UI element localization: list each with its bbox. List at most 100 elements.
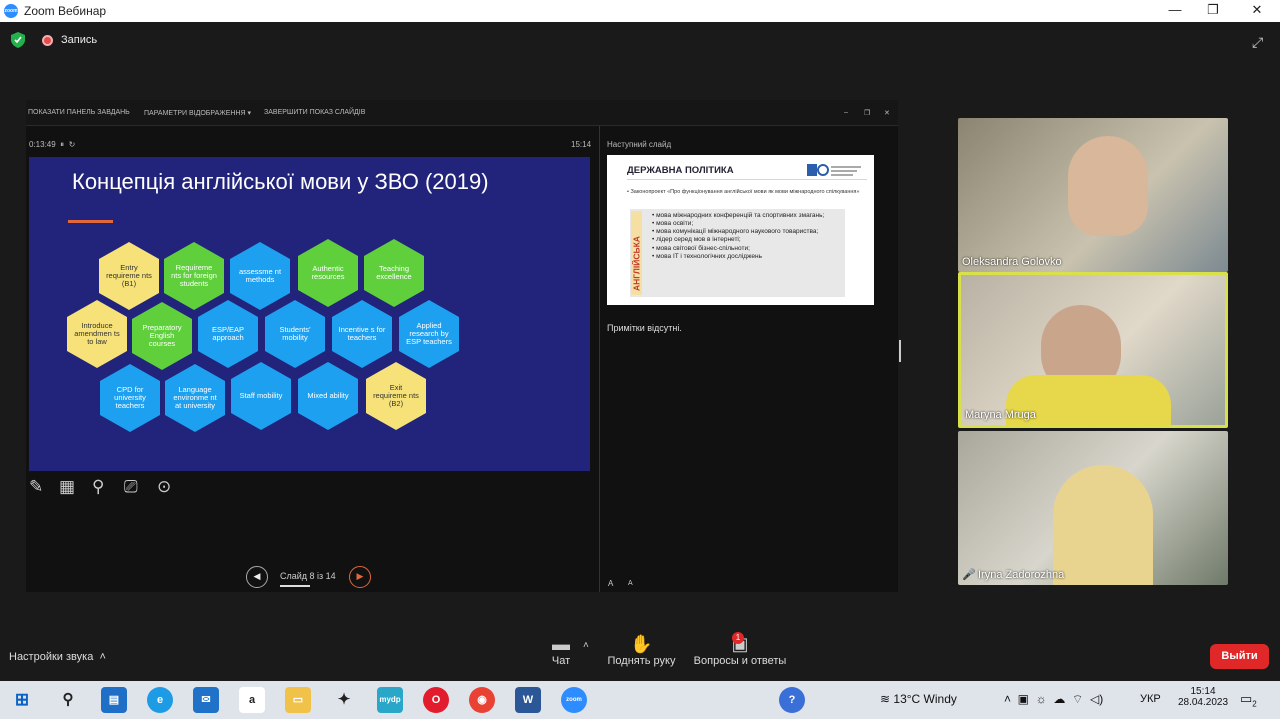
qa-badge: 1 bbox=[732, 632, 744, 644]
slide-hexagon: Preparatory English courses bbox=[132, 302, 192, 370]
mydp-icon[interactable]: mydp bbox=[377, 687, 403, 713]
recording-label: Запись bbox=[61, 34, 98, 46]
raise-hand-button[interactable]: ✋ Поднять руку bbox=[604, 634, 679, 667]
clock-widget[interactable]: 15:14 28.04.2023 bbox=[1176, 686, 1230, 708]
window-title: Zoom Вебинар bbox=[24, 4, 107, 18]
zoom-magnifier-icon[interactable]: ⚲ bbox=[92, 477, 104, 497]
shield-icon[interactable] bbox=[11, 32, 25, 48]
svg-text:АНГЛІЙСЬКА: АНГЛІЙСЬКА bbox=[631, 236, 642, 291]
tray-icons[interactable]: ˄ ▣ ☼ ☁ ⌔ ◁) bbox=[1004, 692, 1103, 707]
next-slide-button[interactable]: ▶ bbox=[349, 566, 371, 588]
slide-hexagon: CPD for university teachers bbox=[100, 364, 160, 432]
title-divider bbox=[627, 179, 867, 180]
slides-grid-icon[interactable]: ▦ bbox=[59, 477, 75, 497]
windows-start-icon[interactable]: ⊞ bbox=[9, 687, 35, 713]
wind-icon: ≋ bbox=[880, 692, 891, 706]
clock: 15:14 bbox=[571, 140, 592, 149]
dropbox-icon[interactable]: ✦ bbox=[331, 687, 357, 713]
current-slide: Концепція англійської мови у ЗВО (2019) … bbox=[29, 157, 590, 471]
chat-chevron-icon[interactable]: ˄ bbox=[583, 640, 589, 651]
window-titlebar: zoom Zoom Вебинар — ❐ ✕ bbox=[0, 0, 1280, 22]
mail-icon[interactable]: ✉ bbox=[193, 687, 219, 713]
pv-close-button[interactable]: ✕ bbox=[884, 109, 890, 117]
maximize-button[interactable]: ❐ bbox=[1204, 2, 1222, 20]
prev-slide-button[interactable]: ◀ bbox=[246, 566, 268, 588]
word-icon[interactable]: W bbox=[515, 687, 541, 713]
weather-widget[interactable]: ≋ 13°C Windy bbox=[880, 692, 957, 706]
presenter-toolbar: ПОКАЗАТИ ПАНЕЛЬ ЗАВДАНЬ ПАРАМЕТРИ ВІДОБР… bbox=[26, 100, 898, 126]
next-slide-title: ДЕРЖАВНА ПОЛІТИКА bbox=[627, 165, 734, 176]
slide-hexagon: Staff mobility bbox=[231, 362, 291, 430]
edge-icon[interactable]: e bbox=[147, 687, 173, 713]
help-icon[interactable]: ? bbox=[779, 687, 805, 713]
vertical-word-block: АНГЛІЙСЬКА bbox=[631, 211, 642, 295]
language-indicator[interactable]: УКР bbox=[1140, 693, 1161, 705]
slide-hexagon: ESP/EAP approach bbox=[198, 300, 258, 368]
sound-settings[interactable]: Настройки звука ˄ bbox=[9, 651, 106, 663]
next-slide-list-item: • мова світової бізнес-спільноти; bbox=[652, 244, 750, 252]
slide-hexagon: Exit requireme nts (B2) bbox=[366, 362, 426, 430]
slide-hexagon: Authentic resources bbox=[298, 239, 358, 307]
participant-tile[interactable]: Iryna Zadorozhna 🎤 bbox=[958, 431, 1228, 585]
notifications-icon[interactable]: ▭2 bbox=[1240, 691, 1257, 709]
slide-hexagon: assessme nt methods bbox=[230, 242, 290, 310]
end-show-button[interactable]: ЗАВЕРШИТИ ПОКАЗ СЛАЙДІВ bbox=[264, 109, 365, 116]
slide-title: Концепція англійської мови у ЗВО (2019) bbox=[72, 169, 489, 194]
slide-counter: Слайд 8 із 14 bbox=[280, 571, 336, 581]
slide-hexagon: Students' mobility bbox=[265, 300, 325, 368]
title-accent-bar bbox=[68, 220, 113, 223]
next-slide-list-item: • лідер серед мов в інтернеті; bbox=[652, 236, 741, 244]
speaker-notes: Примітки відсутні. bbox=[607, 323, 682, 333]
participant-tile[interactable]: Oleksandra Golovko bbox=[958, 118, 1228, 272]
chat-button[interactable]: ▬ Чат bbox=[541, 634, 581, 667]
search-icon[interactable]: ⚲ bbox=[55, 687, 81, 713]
file-explorer-icon[interactable]: ▭ bbox=[285, 687, 311, 713]
zoom-logo-icon: zoom bbox=[4, 4, 18, 18]
more-options-icon[interactable]: ⊙ bbox=[157, 477, 171, 497]
participant-video bbox=[1053, 465, 1153, 585]
opera-icon[interactable]: O bbox=[423, 687, 449, 713]
record-dot-icon bbox=[42, 35, 53, 46]
participant-tile-active[interactable]: Maryna Mruga bbox=[958, 272, 1228, 428]
amazon-icon[interactable]: a bbox=[239, 687, 265, 713]
minimize-button[interactable]: — bbox=[1166, 2, 1184, 20]
close-button[interactable]: ✕ bbox=[1248, 2, 1266, 20]
screen-icon[interactable]: ⎚ bbox=[124, 477, 138, 497]
slide-navigation: ◀ Слайд 8 із 14 ▶ bbox=[244, 566, 371, 588]
pane-divider[interactable] bbox=[599, 126, 600, 592]
slide-hexagon: Entry requireme nts (B1) bbox=[99, 242, 159, 310]
participant-name: Oleksandra Golovko bbox=[962, 256, 1062, 268]
next-slide-intro: • Законопроект «Про функціонування англі… bbox=[627, 189, 860, 195]
next-slide-list-item: • мова міжнародних конференцій та спорти… bbox=[652, 212, 825, 219]
participant-name: Iryna Zadorozhna bbox=[978, 569, 1065, 581]
chevron-up-icon: ˄ bbox=[99, 651, 106, 663]
next-slide-list-item: • мова IT і технологічних досліджень bbox=[652, 252, 762, 260]
next-slide-label: Наступний слайд bbox=[607, 140, 672, 149]
chrome-icon[interactable]: ◉ bbox=[469, 687, 495, 713]
presenter-view: ПОКАЗАТИ ПАНЕЛЬ ЗАВДАНЬ ПАРАМЕТРИ ВІДОБР… bbox=[26, 100, 901, 592]
vertical-word: АНГЛІЙСЬКА bbox=[631, 236, 642, 291]
qa-icon: ▣ 1 bbox=[731, 632, 749, 654]
pv-restore-button[interactable]: ❐ bbox=[864, 109, 870, 117]
elapsed-timer: 0:13:49 ⏸ ↻ bbox=[29, 140, 76, 149]
slide-hexagon: Language environme nt at university bbox=[165, 364, 225, 432]
mic-muted-icon: 🎤 bbox=[962, 569, 976, 581]
pv-minimize-button[interactable]: – bbox=[844, 109, 848, 116]
chat-icon: ▬ bbox=[552, 634, 570, 654]
taskbar-toggle-button[interactable]: ПОКАЗАТИ ПАНЕЛЬ ЗАВДАНЬ bbox=[28, 109, 130, 116]
slide-hexagon: Applied research by ESP teachers bbox=[399, 300, 459, 368]
next-slide-list: • мова міжнародних конференцій та спорти… bbox=[652, 212, 847, 261]
zoom-taskbar-icon[interactable]: zoom bbox=[561, 687, 587, 713]
exit-button[interactable]: Выйти bbox=[1210, 644, 1269, 669]
font-decrease-button[interactable]: A bbox=[608, 579, 613, 588]
splitter-handle[interactable] bbox=[899, 340, 901, 362]
pen-icon[interactable]: ✎ bbox=[29, 477, 43, 497]
slide-progress bbox=[280, 585, 310, 587]
store-icon[interactable]: ▤ bbox=[101, 687, 127, 713]
participant-video bbox=[1068, 136, 1148, 236]
fullscreen-icon[interactable]: ⤢ bbox=[1252, 34, 1263, 51]
display-settings-button[interactable]: ПАРАМЕТРИ ВІДОБРАЖЕННЯ ▾ bbox=[144, 109, 251, 117]
slide-hexagon: Introduce amendmen ts to law bbox=[67, 300, 127, 368]
qa-button[interactable]: ▣ 1 Вопросы и ответы bbox=[690, 632, 790, 667]
font-increase-button[interactable]: A bbox=[628, 580, 633, 587]
